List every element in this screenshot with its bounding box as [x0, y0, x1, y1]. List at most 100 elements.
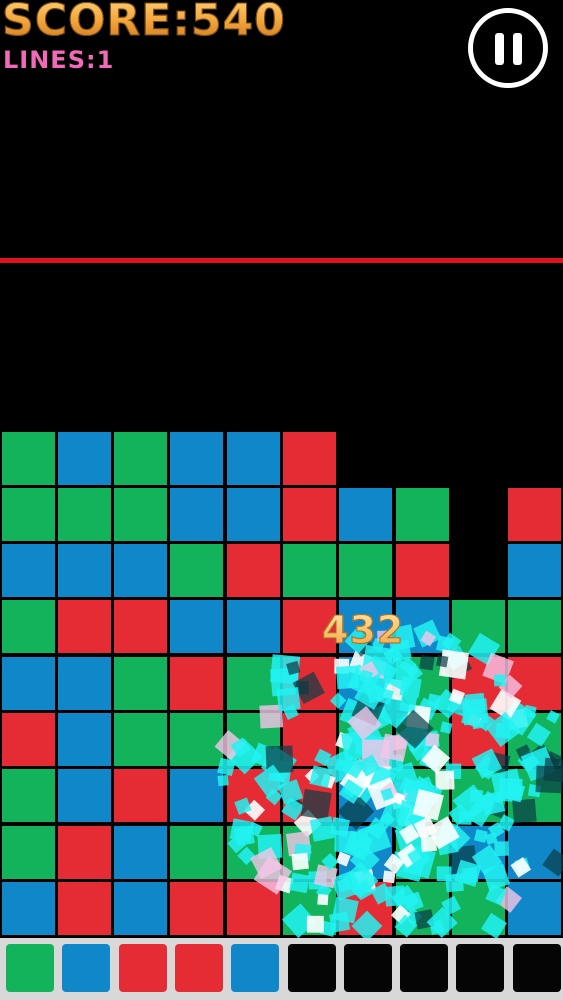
board-cell[interactable]: [226, 544, 280, 598]
board-cell[interactable]: [508, 544, 562, 598]
board-cell[interactable]: [1, 544, 55, 598]
board-cell[interactable]: [170, 544, 224, 598]
board-cell[interactable]: [395, 769, 449, 823]
board-cell[interactable]: [57, 600, 111, 654]
board-cell[interactable]: [451, 769, 505, 823]
board-cell[interactable]: [339, 487, 393, 541]
board-cell[interactable]: [226, 600, 280, 654]
board-cell[interactable]: [283, 825, 336, 879]
board-cell[interactable]: [114, 656, 168, 710]
board-cell[interactable]: [1, 825, 55, 879]
board-cell[interactable]: [339, 769, 393, 823]
board-cell[interactable]: [508, 713, 562, 766]
board-cell[interactable]: [395, 656, 449, 710]
board-cell[interactable]: [395, 487, 449, 541]
board-cell[interactable]: [395, 881, 449, 935]
board-cell[interactable]: [339, 881, 393, 935]
pause-button[interactable]: [468, 8, 548, 88]
queue-slot-empty[interactable]: [456, 944, 505, 992]
board-cell[interactable]: [57, 825, 111, 879]
board-cell[interactable]: [114, 825, 168, 879]
board-cell[interactable]: [226, 825, 280, 879]
queue-slot-red[interactable]: [174, 944, 223, 992]
board-cell[interactable]: [508, 881, 562, 935]
board-cell[interactable]: [339, 544, 393, 598]
board-cell[interactable]: [283, 431, 336, 485]
queue-slot-red[interactable]: [118, 944, 167, 992]
queue-slot-empty[interactable]: [512, 944, 561, 992]
board-cell[interactable]: [170, 600, 224, 654]
board-cell[interactable]: [226, 487, 280, 541]
board-cell[interactable]: [339, 713, 393, 766]
board-cell[interactable]: [1, 713, 55, 766]
board-cell[interactable]: [57, 769, 111, 823]
board-cell[interactable]: [170, 656, 224, 710]
board-cell[interactable]: [114, 881, 168, 935]
board-cell[interactable]: [170, 487, 224, 541]
game-board[interactable]: [0, 430, 563, 938]
board-cell[interactable]: [508, 825, 562, 879]
queue-slot-blue[interactable]: [62, 944, 111, 992]
board-cell[interactable]: [1, 431, 55, 485]
board-cell[interactable]: [170, 825, 224, 879]
queue-slot-empty[interactable]: [287, 944, 336, 992]
board-cell[interactable]: [226, 769, 280, 823]
board-cell[interactable]: [451, 713, 505, 766]
board-cell[interactable]: [1, 769, 55, 823]
board-cell[interactable]: [451, 600, 505, 654]
danger-line: [0, 258, 563, 263]
queue-slot-empty[interactable]: [343, 944, 392, 992]
board-cell[interactable]: [451, 881, 505, 935]
board-cell[interactable]: [114, 431, 168, 485]
board-cell[interactable]: [226, 713, 280, 766]
board-cell[interactable]: [114, 600, 168, 654]
queue-slot-green[interactable]: [6, 944, 54, 992]
board-cell[interactable]: [283, 713, 336, 766]
board-cell[interactable]: [451, 656, 505, 710]
board-cell[interactable]: [57, 881, 111, 935]
board-cell[interactable]: [170, 431, 224, 485]
board-cell[interactable]: [339, 825, 393, 879]
board-cell[interactable]: [114, 544, 168, 598]
board-cell[interactable]: [395, 544, 449, 598]
lines-display: LINES:1: [3, 46, 115, 74]
board-cell[interactable]: [170, 881, 224, 935]
board-cell[interactable]: [226, 656, 280, 710]
next-pieces-bar: [0, 938, 563, 1000]
board-cell[interactable]: [114, 487, 168, 541]
board-cell[interactable]: [57, 544, 111, 598]
pause-icon: [495, 33, 504, 65]
board-cell[interactable]: [1, 600, 55, 654]
board-cell[interactable]: [170, 713, 224, 766]
board-cell[interactable]: [283, 656, 336, 710]
board-cell[interactable]: [283, 487, 336, 541]
score-display: SCORE:540: [2, 0, 286, 46]
board-cell[interactable]: [508, 769, 562, 823]
board-cell[interactable]: [226, 881, 280, 935]
board-cell[interactable]: [1, 656, 55, 710]
board-cell[interactable]: [57, 656, 111, 710]
board-cell[interactable]: [283, 769, 336, 823]
queue-slot-empty[interactable]: [400, 944, 449, 992]
board-cell[interactable]: [1, 881, 55, 935]
board-cell[interactable]: [508, 656, 562, 710]
board-cell[interactable]: [395, 825, 449, 879]
board-cell[interactable]: [508, 600, 562, 654]
board-cell[interactable]: [508, 487, 562, 541]
board-cell[interactable]: [283, 544, 336, 598]
board-cell[interactable]: [226, 431, 280, 485]
board-cell[interactable]: [170, 769, 224, 823]
board-cell[interactable]: [339, 656, 393, 710]
queue-slot-blue[interactable]: [231, 944, 280, 992]
combo-score-popup: 432: [321, 608, 405, 653]
board-cell[interactable]: [1, 487, 55, 541]
board-cell[interactable]: [57, 713, 111, 766]
board-cell[interactable]: [114, 713, 168, 766]
board-cell[interactable]: [283, 881, 336, 935]
board-cell[interactable]: [395, 713, 449, 766]
board-cell[interactable]: [114, 769, 168, 823]
board-cell[interactable]: [451, 825, 505, 879]
pause-icon-bar: [513, 33, 522, 65]
board-cell[interactable]: [57, 431, 111, 485]
board-cell[interactable]: [57, 487, 111, 541]
